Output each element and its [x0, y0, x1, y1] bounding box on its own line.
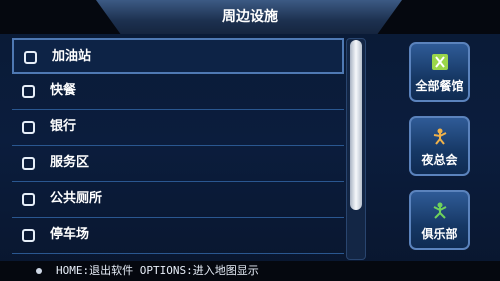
list-item-label: 加油站 — [52, 49, 92, 64]
checkbox[interactable] — [22, 193, 35, 206]
list-item-label: 停车场 — [50, 227, 90, 242]
category-label: 全部餐馆 — [415, 79, 464, 93]
status-bar: HOME:退出软件 OPTIONS:进入地图显示 — [0, 261, 500, 281]
all-restaurants-button[interactable]: 全部餐馆 — [409, 42, 470, 102]
nightclub-icon — [433, 128, 447, 145]
list-item[interactable]: 银行 — [12, 110, 344, 146]
status-text: HOME:退出软件 OPTIONS:进入地图显示 — [56, 264, 259, 277]
list-item-label: 公共厕所 — [50, 191, 103, 206]
checkbox[interactable] — [22, 121, 35, 134]
checkbox[interactable] — [22, 157, 35, 170]
all-restaurants-icon — [432, 54, 448, 70]
list-item-label: 银行 — [50, 119, 77, 134]
app-screen: 周边设施 加油站 快餐 银行 服务区 公共厕所 停车场 全部餐馆 夜总会 俱乐部… — [0, 0, 500, 281]
list-item[interactable]: 公共厕所 — [12, 182, 344, 218]
nightclub-button[interactable]: 夜总会 — [409, 116, 470, 176]
club-button[interactable]: 俱乐部 — [409, 190, 470, 250]
list-item-label: 快餐 — [50, 83, 77, 98]
club-icon — [433, 202, 447, 219]
scrollbar-thumb[interactable] — [350, 40, 362, 210]
checkbox[interactable] — [22, 85, 35, 98]
page-title: 周边设施 — [222, 9, 278, 25]
list-item[interactable]: 快餐 — [12, 74, 344, 110]
list-item[interactable]: 服务区 — [12, 146, 344, 182]
category-label: 俱乐部 — [421, 227, 458, 241]
list-item[interactable]: 加油站 — [12, 38, 344, 74]
facility-list: 加油站 快餐 银行 服务区 公共厕所 停车场 — [12, 38, 344, 254]
category-label: 夜总会 — [421, 153, 458, 167]
list-item-label: 服务区 — [50, 155, 90, 170]
checkbox[interactable] — [24, 51, 37, 64]
list-item[interactable]: 停车场 — [12, 218, 344, 254]
title-bar: 周边设施 — [0, 0, 500, 34]
bullet-icon — [36, 268, 42, 274]
checkbox[interactable] — [22, 229, 35, 242]
